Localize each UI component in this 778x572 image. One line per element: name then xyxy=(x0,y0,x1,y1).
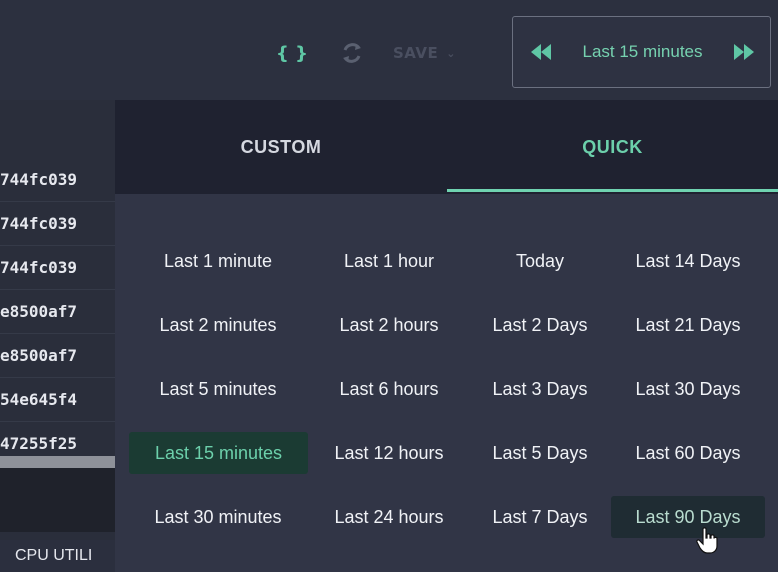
quick-option[interactable]: Last 21 Days xyxy=(612,304,764,346)
table-row: 744fc039 xyxy=(0,158,115,202)
top-toolbar: { } SAVE ⌄ Last 15 minutes xyxy=(0,0,778,100)
time-range-tabs: CUSTOM QUICK xyxy=(115,100,778,194)
double-right-arrow-icon[interactable] xyxy=(732,42,756,62)
table-row: e8500af7 xyxy=(0,334,115,378)
quick-option[interactable]: Last 5 minutes xyxy=(133,368,303,410)
quick-option[interactable]: Last 7 Days xyxy=(470,496,610,538)
quick-option[interactable]: Last 30 minutes xyxy=(133,496,303,538)
horizontal-scrollbar[interactable] xyxy=(0,456,115,468)
quick-option[interactable]: Last 14 Days xyxy=(612,240,764,282)
quick-option[interactable]: Last 1 hour xyxy=(318,240,460,282)
quick-option[interactable]: Last 2 minutes xyxy=(133,304,303,346)
tab-quick[interactable]: QUICK xyxy=(447,100,778,194)
time-range-picker[interactable]: Last 15 minutes xyxy=(512,16,771,88)
json-view-icon[interactable]: { } xyxy=(276,40,308,66)
active-tab-indicator xyxy=(447,189,778,192)
table-row: 54e645f4 xyxy=(0,378,115,422)
table-row: 744fc039 xyxy=(0,246,115,290)
save-label: SAVE xyxy=(393,44,439,62)
tab-custom[interactable]: CUSTOM xyxy=(115,100,447,194)
table-footer-band xyxy=(0,468,115,532)
quick-option[interactable]: Last 60 Days xyxy=(612,432,764,474)
quick-option[interactable]: Last 12 hours xyxy=(318,432,460,474)
cpu-utilization-heading: CPU UTILI xyxy=(0,540,115,572)
time-range-label: Last 15 minutes xyxy=(582,42,703,61)
quick-option-selected[interactable]: Last 15 minutes xyxy=(129,432,308,474)
quick-option[interactable]: Last 24 hours xyxy=(318,496,460,538)
hand-pointer-cursor-icon xyxy=(696,527,720,559)
save-button[interactable]: SAVE ⌄ xyxy=(393,40,483,66)
quick-option[interactable]: Last 1 minute xyxy=(138,240,298,282)
quick-option[interactable]: Last 30 Days xyxy=(612,368,764,410)
double-left-arrow-icon[interactable] xyxy=(529,42,553,62)
quick-option[interactable]: Last 2 Days xyxy=(470,304,610,346)
refresh-icon[interactable] xyxy=(337,40,367,66)
quick-option-hovered[interactable]: Last 90 Days xyxy=(611,496,765,538)
table-row: e8500af7 xyxy=(0,290,115,334)
quick-option[interactable]: Last 2 hours xyxy=(318,304,460,346)
quick-option[interactable]: Last 5 Days xyxy=(470,432,610,474)
quick-option[interactable]: Today xyxy=(470,240,610,282)
quick-option[interactable]: Last 3 Days xyxy=(470,368,610,410)
table-row: 744fc039 xyxy=(0,202,115,246)
quick-option[interactable]: Last 6 hours xyxy=(318,368,460,410)
chevron-down-icon: ⌄ xyxy=(446,46,456,60)
